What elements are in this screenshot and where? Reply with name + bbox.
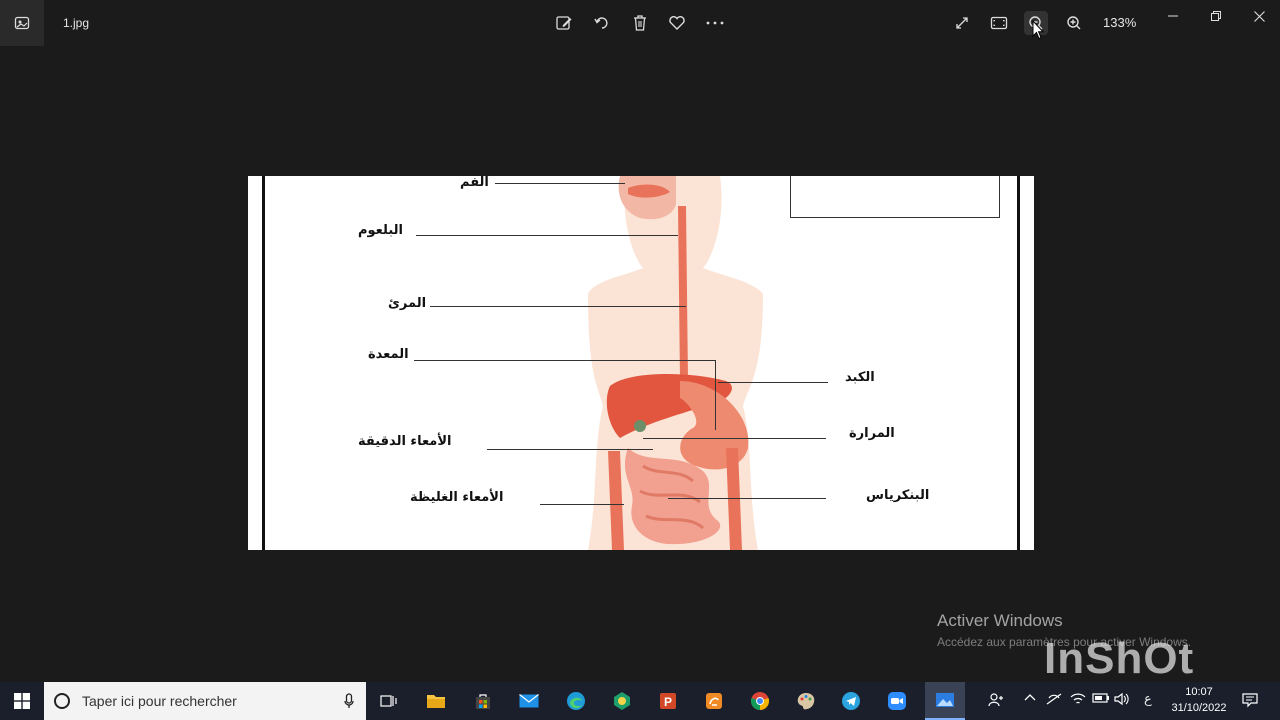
powerpoint-icon[interactable]: P xyxy=(654,687,682,715)
sync-off-icon[interactable] xyxy=(1046,692,1062,709)
label-mouth: الفم xyxy=(460,176,489,190)
title-bar: 1.jpg 133% xyxy=(0,0,1280,46)
leader-line xyxy=(668,498,826,499)
photos-app-icon[interactable] xyxy=(0,0,44,46)
green-app-icon[interactable] xyxy=(608,687,636,715)
leader-line xyxy=(414,360,716,361)
leader-line xyxy=(430,306,686,307)
label-pharynx: البلعوم xyxy=(358,223,403,238)
image-canvas[interactable]: الفم البلعوم المرئ المعدة الأمعاء الدقيق… xyxy=(248,176,1034,550)
fit-to-window-icon[interactable] xyxy=(987,11,1011,35)
inshot-watermark: InShOt xyxy=(1044,634,1195,683)
windows-start-icon[interactable] xyxy=(0,682,44,720)
label-gallbladder: المرارة xyxy=(849,426,895,441)
leader-line xyxy=(495,183,625,184)
more-options-icon[interactable] xyxy=(703,11,727,35)
leader-line xyxy=(643,438,826,439)
activation-watermark-title: Activer Windows xyxy=(937,611,1063,630)
cortana-icon xyxy=(54,693,70,709)
svg-text:P: P xyxy=(664,695,672,709)
label-esophagus: المرئ xyxy=(388,296,427,311)
search-placeholder: Taper ici pour rechercher xyxy=(82,693,237,709)
leader-line xyxy=(416,235,678,236)
wifi-icon[interactable] xyxy=(1070,692,1086,709)
leader-line xyxy=(540,504,624,505)
rotate-icon[interactable] xyxy=(590,11,614,35)
photos-taskbar-icon[interactable] xyxy=(925,682,965,720)
notifications-icon[interactable] xyxy=(1242,692,1258,711)
paint-palette-icon[interactable] xyxy=(792,687,820,715)
restore-icon[interactable] xyxy=(1201,4,1231,28)
taskbar: Taper ici pour rechercher P ع 10:07 31/1… xyxy=(0,682,1280,720)
zoom-in-icon[interactable] xyxy=(1062,11,1086,35)
people-icon[interactable] xyxy=(988,692,1004,711)
chevron-up-icon[interactable] xyxy=(1024,692,1036,707)
full-screen-icon[interactable] xyxy=(950,11,974,35)
zoom-app-icon[interactable] xyxy=(883,687,911,715)
favorite-heart-icon[interactable] xyxy=(665,11,689,35)
delete-icon[interactable] xyxy=(628,11,652,35)
label-large-intestine: الأمعاء الغليظة xyxy=(410,490,504,505)
leader-line xyxy=(487,449,653,450)
clock[interactable]: 10:07 31/10/2022 xyxy=(1166,684,1232,716)
edge-browser-icon[interactable] xyxy=(562,687,590,715)
input-language[interactable]: ع xyxy=(1144,692,1152,707)
clock-date: 31/10/2022 xyxy=(1171,702,1227,714)
mail-icon[interactable] xyxy=(515,687,543,715)
microphone-icon[interactable] xyxy=(344,693,354,709)
leader-line xyxy=(718,382,828,383)
file-name: 1.jpg xyxy=(63,16,90,30)
edit-image-icon[interactable] xyxy=(552,11,576,35)
clock-time: 10:07 xyxy=(1185,686,1213,698)
label-stomach: المعدة xyxy=(368,347,409,362)
label-small-intestine: الأمعاء الدقيقة xyxy=(358,434,452,449)
orange-app-icon[interactable] xyxy=(700,687,728,715)
file-explorer-icon[interactable] xyxy=(422,687,450,715)
taskbar-search-box[interactable]: Taper ici pour rechercher xyxy=(44,682,366,720)
minimize-icon[interactable] xyxy=(1158,4,1188,28)
chrome-icon[interactable] xyxy=(746,687,774,715)
mouse-cursor-icon xyxy=(1032,20,1044,40)
zoom-level[interactable]: 133% xyxy=(1103,15,1136,30)
microsoft-store-icon[interactable] xyxy=(469,687,497,715)
label-pancreas: البنكرياس xyxy=(866,488,930,503)
volume-icon[interactable] xyxy=(1114,692,1130,709)
task-view-icon[interactable] xyxy=(375,687,403,715)
leader-line xyxy=(715,360,716,430)
telegram-icon[interactable] xyxy=(837,687,865,715)
close-icon[interactable] xyxy=(1244,4,1274,28)
battery-icon[interactable] xyxy=(1092,692,1110,707)
label-liver: الكبد xyxy=(845,370,875,385)
